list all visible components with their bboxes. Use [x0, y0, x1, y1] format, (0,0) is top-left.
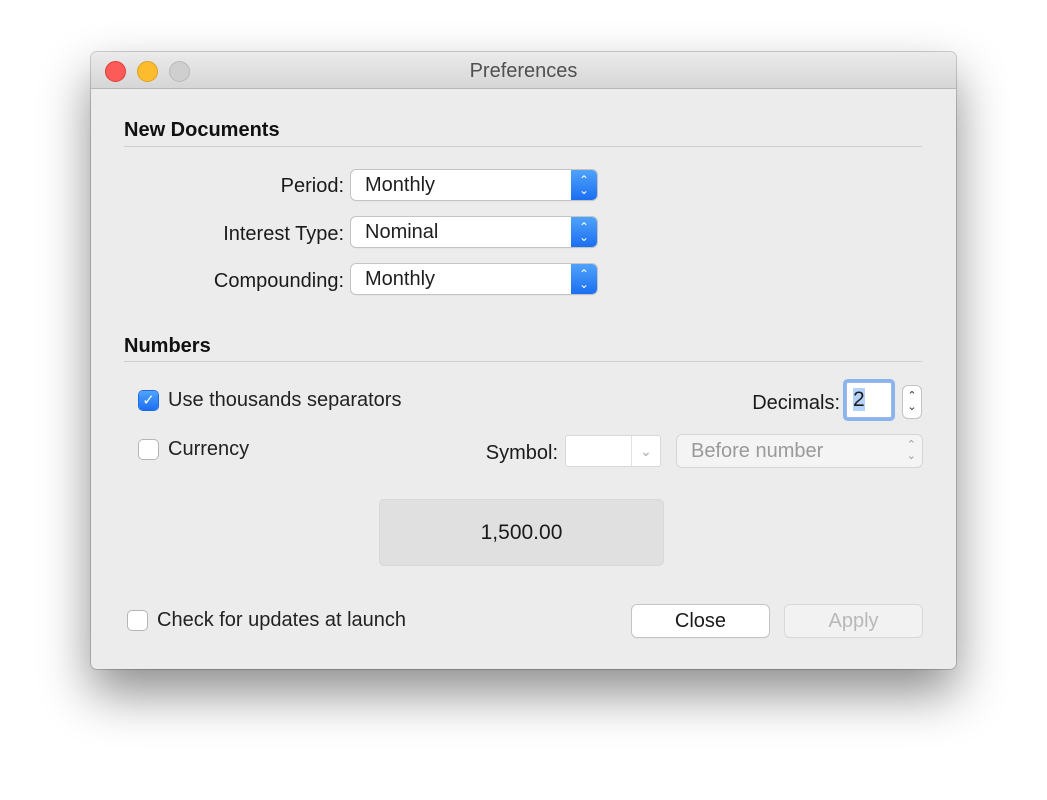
period-value: Monthly — [365, 174, 436, 196]
popup-arrows-icon: ⌃ ⌄ — [571, 217, 597, 247]
symbol-combobox[interactable]: ⌄ — [565, 435, 661, 467]
section-divider — [124, 361, 922, 362]
interest-type-popup[interactable]: Nominal ⌃ ⌄ — [351, 217, 597, 247]
title-bar[interactable]: Preferences — [91, 52, 956, 89]
decimals-input[interactable]: 2 — [846, 382, 892, 418]
thousands-separators-checkbox[interactable]: ✓ — [139, 391, 158, 410]
check-updates-checkbox[interactable] — [128, 611, 147, 630]
period-label: Period: — [280, 175, 344, 197]
popup-arrows-icon: ⌃ ⌄ — [571, 170, 597, 200]
decimals-value: 2 — [853, 388, 865, 411]
symbol-position-value: Before number — [691, 440, 824, 462]
close-button[interactable]: Close — [632, 605, 769, 637]
decimals-label: Decimals: — [752, 392, 840, 414]
currency-checkbox[interactable] — [139, 440, 158, 459]
window-title: Preferences — [469, 60, 578, 82]
preferences-window: Preferences New Documents Period: Monthl… — [91, 52, 956, 669]
currency-label[interactable]: Currency — [168, 438, 249, 461]
compounding-label: Compounding: — [213, 270, 344, 292]
period-popup[interactable]: Monthly ⌃ ⌄ — [351, 170, 597, 200]
symbol-label: Symbol: — [485, 442, 558, 464]
interest-type-value: Nominal — [365, 221, 439, 243]
stepper-down-icon[interactable]: ⌄ — [907, 402, 916, 413]
numbers-heading: Numbers — [124, 335, 211, 357]
decimals-stepper[interactable]: ⌃ ⌄ — [903, 386, 921, 418]
check-updates-label[interactable]: Check for updates at launch — [157, 609, 406, 632]
apply-button[interactable]: Apply — [785, 605, 922, 637]
symbol-position-popup[interactable]: Before number ⌃ ⌄ — [677, 435, 922, 467]
compounding-popup[interactable]: Monthly ⌃ ⌄ — [351, 264, 597, 294]
checkmark-icon: ✓ — [142, 392, 155, 409]
section-divider — [124, 146, 922, 147]
popup-arrows-icon: ⌃ ⌄ — [571, 264, 597, 294]
thousands-separators-label[interactable]: Use thousands separators — [168, 389, 401, 412]
number-format-preview: 1,500.00 — [380, 500, 663, 565]
new-documents-heading: New Documents — [124, 119, 280, 141]
chevron-down-icon[interactable]: ⌄ — [631, 436, 660, 466]
compounding-value: Monthly — [365, 268, 436, 290]
interest-type-label: Interest Type: — [223, 223, 344, 245]
popup-arrows-icon: ⌃ ⌄ — [906, 439, 916, 462]
